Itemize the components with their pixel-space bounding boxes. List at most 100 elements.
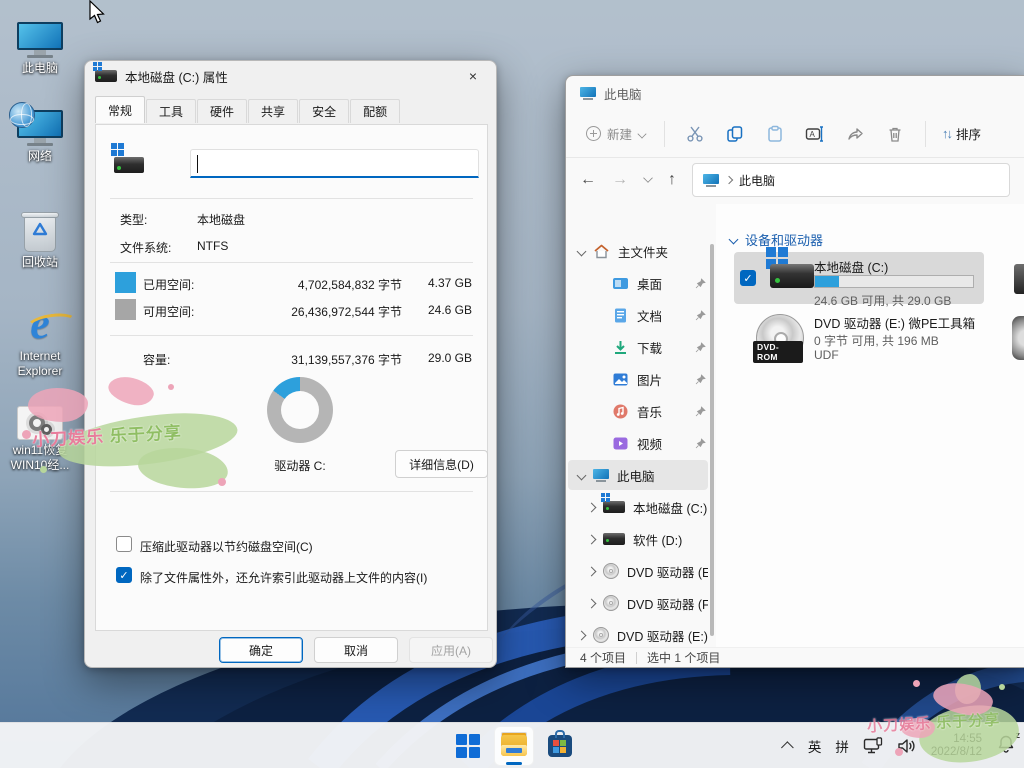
ime-pinyin-indicator[interactable]: 拼 xyxy=(835,736,849,756)
sidebar-item-dvd-e[interactable]: DVD 驱动器 (E:) xyxy=(568,556,708,586)
copy-button[interactable] xyxy=(715,118,755,150)
music-icon xyxy=(612,403,629,420)
apply-button[interactable]: 应用(A) xyxy=(409,637,493,663)
cut-button[interactable] xyxy=(675,118,715,150)
bell-icon xyxy=(996,734,1016,754)
tab-tools[interactable]: 工具 xyxy=(146,99,196,123)
chevron-collapsed-icon[interactable] xyxy=(587,598,597,608)
sidebar-label: 视频 xyxy=(637,434,687,453)
up-button[interactable]: ↑ xyxy=(668,171,676,189)
filesystem-value: NTFS xyxy=(197,239,228,253)
partial-dvd-icon xyxy=(1012,316,1024,360)
plus-icon xyxy=(586,126,601,141)
capacity-bar-fill xyxy=(815,276,839,287)
forward-button[interactable]: → xyxy=(612,171,628,189)
sort-button[interactable]: ↑↓ 排序 xyxy=(936,118,987,149)
delete-button[interactable] xyxy=(875,118,915,150)
taskbar-microsoft-store[interactable] xyxy=(540,726,580,766)
sidebar-item-dvd-f[interactable]: DVD 驱动器 (F:) xyxy=(568,588,708,618)
tab-security[interactable]: 安全 xyxy=(299,99,349,123)
chevron-expanded-icon[interactable] xyxy=(577,470,587,480)
desktop-icon-label: win11恢复 xyxy=(4,443,76,458)
drive-info: 0 字节 可用, 共 196 MB xyxy=(814,332,939,349)
index-checkbox[interactable]: ✓ xyxy=(116,567,132,583)
tab-general[interactable]: 常规 xyxy=(95,96,145,123)
explorer-command-bar: 新建 xyxy=(566,110,1024,158)
sidebar-item-drive-d[interactable]: 软件 (D:) xyxy=(568,524,708,554)
chevron-collapsed-icon[interactable] xyxy=(587,534,597,544)
item-checkbox[interactable]: ✓ xyxy=(740,270,756,286)
sidebar-label: DVD 驱动器 (F:) xyxy=(627,594,708,613)
sidebar-item-desktop[interactable]: 桌面 xyxy=(568,268,708,298)
disk-usage-pie-chart xyxy=(267,377,333,443)
drive-item-c[interactable]: ✓ 本地磁盘 (C:) 24.6 GB 可用, 共 29.0 GB xyxy=(734,252,984,304)
details-button[interactable]: 详细信息(D) xyxy=(395,450,488,478)
start-button[interactable] xyxy=(448,726,488,766)
sidebar-item-home[interactable]: 主文件夹 xyxy=(568,236,708,266)
drive-name: DVD 驱动器 (E:) 微PE工具箱 xyxy=(814,313,975,332)
address-bar[interactable]: 此电脑 xyxy=(692,163,1010,197)
notification-bell[interactable]: z xyxy=(996,734,1016,757)
chevron-expanded-icon[interactable] xyxy=(577,246,587,256)
paste-button[interactable] xyxy=(755,118,795,150)
rename-button[interactable]: A xyxy=(795,118,835,150)
volume-icon[interactable] xyxy=(897,737,917,755)
desktop-icon-label: 此电脑 xyxy=(4,61,76,76)
tab-sharing[interactable]: 共享 xyxy=(248,99,298,123)
chevron-down-icon xyxy=(637,129,646,138)
sidebar-item-music[interactable]: 音乐 xyxy=(568,396,708,426)
drive-icon xyxy=(95,70,117,82)
sidebar-item-drive-c[interactable]: 本地磁盘 (C:) xyxy=(568,492,708,522)
chevron-collapsed-icon[interactable] xyxy=(577,630,587,640)
explorer-titlebar[interactable]: 此电脑 xyxy=(566,76,1024,110)
close-button[interactable]: × xyxy=(454,63,492,89)
capacity-size: 29.0 GB xyxy=(410,351,472,365)
home-icon xyxy=(593,243,610,260)
history-chevron-icon[interactable] xyxy=(643,173,653,183)
network-icon[interactable] xyxy=(863,737,883,755)
sidebar-item-documents[interactable]: 文档 xyxy=(568,300,708,330)
desktop-icon-this-pc[interactable]: 此电脑 xyxy=(4,12,76,76)
compress-checkbox[interactable] xyxy=(116,536,132,552)
dialog-titlebar[interactable]: 本地磁盘 (C:) 属性 xyxy=(85,61,496,91)
tab-quota[interactable]: 配额 xyxy=(350,99,400,123)
back-button[interactable]: ← xyxy=(580,171,596,189)
desktop-icon-internet-explorer[interactable]: e Internet Explorer xyxy=(4,296,76,379)
sidebar-item-pictures[interactable]: 图片 xyxy=(568,364,708,394)
cancel-button[interactable]: 取消 xyxy=(314,637,398,663)
internet-explorer-icon: e xyxy=(30,302,50,346)
desktop-folder-icon xyxy=(612,275,629,292)
sidebar-item-dvd-root[interactable]: DVD 驱动器 (E:) xyxy=(568,620,708,647)
dialog-tabs: 常规 工具 硬件 共享 安全 配额 xyxy=(95,99,401,123)
sidebar-scrollbar[interactable] xyxy=(710,244,714,636)
breadcrumb-chevron-icon xyxy=(725,176,733,184)
this-pc-icon xyxy=(703,174,719,187)
separator xyxy=(110,262,473,263)
desktop-icon-network[interactable]: 网络 xyxy=(4,100,76,164)
properties-dialog: 本地磁盘 (C:) 属性 × 常规 工具 硬件 共享 安全 配额 类型: 本地磁… xyxy=(84,60,497,668)
chevron-expanded-icon xyxy=(729,235,739,245)
sidebar-item-downloads[interactable]: 下载 xyxy=(568,332,708,362)
drive-caption: 驱动器 C: xyxy=(220,457,380,474)
dvd-icon xyxy=(593,627,609,643)
chevron-collapsed-icon[interactable] xyxy=(587,566,597,576)
desktop-icon-recycle-bin[interactable]: 回收站 xyxy=(4,206,76,270)
drive-item-dvd-e[interactable]: DVD-ROM DVD 驱动器 (E:) 微PE工具箱 0 字节 可用, 共 1… xyxy=(734,308,984,370)
tray-overflow-chevron-icon[interactable] xyxy=(781,741,794,754)
ok-button[interactable]: 确定 xyxy=(219,637,303,663)
share-button[interactable] xyxy=(835,118,875,150)
new-button[interactable]: 新建 xyxy=(578,118,654,149)
clock-date: 2022/8/12 xyxy=(931,746,982,759)
breadcrumb-root[interactable]: 此电脑 xyxy=(739,172,775,189)
sidebar-item-videos[interactable]: 视频 xyxy=(568,428,708,458)
gears-icon xyxy=(17,406,63,440)
taskbar-clock[interactable]: 14:55 2022/8/12 xyxy=(931,733,982,759)
ime-language-indicator[interactable]: 英 xyxy=(808,736,822,756)
volume-label-input[interactable] xyxy=(190,149,479,178)
explorer-statusbar: 4 个项目 选中 1 个项目 xyxy=(566,647,1024,667)
sidebar-item-this-pc[interactable]: 此电脑 xyxy=(568,460,708,490)
taskbar-file-explorer[interactable] xyxy=(494,726,534,766)
desktop-icon-win11-restore[interactable]: win11恢复 WIN10经... xyxy=(4,402,76,473)
chevron-collapsed-icon[interactable] xyxy=(587,502,597,512)
tab-hardware[interactable]: 硬件 xyxy=(197,99,247,123)
